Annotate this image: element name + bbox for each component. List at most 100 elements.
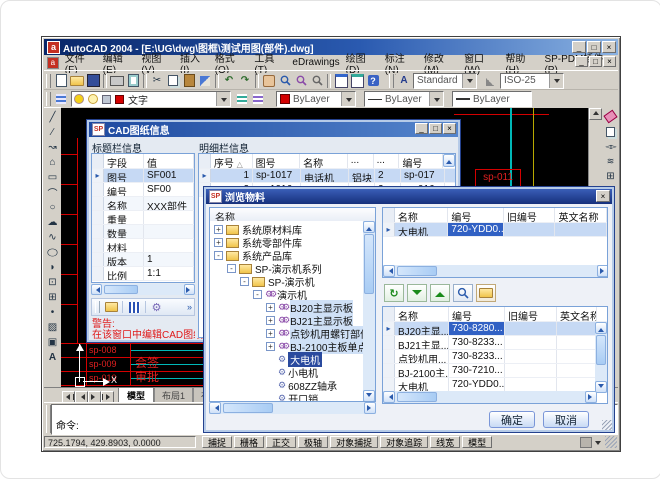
tab-model[interactable]: 模型 xyxy=(118,387,154,403)
tray-arrow-icon[interactable] xyxy=(595,441,601,448)
bom-row[interactable]: 大电机 720-YDD0... xyxy=(383,378,607,392)
layer-color-swatch[interactable] xyxy=(115,95,124,104)
move-down-button[interactable] xyxy=(407,284,427,302)
scroll-right-button[interactable] xyxy=(597,265,608,277)
scrollbar-thumb[interactable] xyxy=(364,234,374,294)
col-name[interactable]: 名称 xyxy=(395,307,449,321)
designcenter-button[interactable] xyxy=(349,73,365,88)
cut-icon[interactable]: ✂ xyxy=(149,73,165,88)
field-row[interactable]: 材料 xyxy=(92,239,194,253)
ellipse-arc-button[interactable]: ◗ xyxy=(45,260,61,275)
text-style-combo[interactable]: Standard xyxy=(413,73,477,89)
lock-icon[interactable] xyxy=(102,95,111,104)
dropdown-arrow-icon[interactable] xyxy=(462,74,476,88)
toggle-ortho[interactable]: 正交 xyxy=(266,436,296,448)
scrollbar-thumb[interactable] xyxy=(397,266,437,276)
toggle-model[interactable]: 模型 xyxy=(462,436,492,448)
plot-preview-button[interactable] xyxy=(125,73,141,88)
field-row[interactable]: 重量 xyxy=(92,211,194,225)
tray-icon[interactable] xyxy=(580,437,592,448)
grid-hscrollbar[interactable] xyxy=(383,265,608,277)
dropdown-arrow-icon[interactable] xyxy=(341,92,355,106)
tree-item[interactable]: +系统零部件库 xyxy=(210,236,375,249)
new-button[interactable] xyxy=(53,73,69,88)
document-icon[interactable]: a xyxy=(47,57,59,69)
dim-style-combo[interactable]: ISO-25 xyxy=(500,73,564,89)
toolbar-overflow-icon[interactable]: » xyxy=(187,302,194,312)
tree-item[interactable]: ⚙开口销 xyxy=(210,392,375,402)
col-old-code[interactable]: 旧编号 xyxy=(505,307,557,321)
undo-button[interactable]: ↶ xyxy=(221,73,237,88)
toggle-grid[interactable]: 栅格 xyxy=(234,436,264,448)
scroll-right-button[interactable] xyxy=(585,391,597,403)
hatch-button[interactable]: ▨ xyxy=(45,320,61,335)
scrollbar-thumb[interactable] xyxy=(104,285,138,294)
redo-button[interactable]: ↷ xyxy=(237,73,253,88)
scroll-up-button[interactable] xyxy=(589,108,602,120)
col-en-name[interactable]: 英文名称 xyxy=(555,208,607,222)
barcode-button[interactable] xyxy=(126,300,142,315)
tree-hscrollbar[interactable] xyxy=(209,402,376,414)
col-en-name[interactable]: 英文名称 xyxy=(557,307,597,321)
col-more1[interactable]: ... xyxy=(348,154,374,168)
col-more2[interactable]: ... xyxy=(374,154,400,168)
mdi-restore-button[interactable]: □ xyxy=(589,56,602,67)
toggle-polar[interactable]: 极轴 xyxy=(298,436,328,448)
cancel-button[interactable]: 取消 xyxy=(543,411,589,428)
scrollbar-thumb[interactable] xyxy=(397,392,437,402)
dialog-minimize-button[interactable]: _ xyxy=(415,123,428,134)
dialog-maximize-button[interactable]: □ xyxy=(429,123,442,134)
scroll-right-button[interactable] xyxy=(364,402,376,414)
field-grid-hscrollbar[interactable] xyxy=(91,284,195,295)
color-combo[interactable]: ByLayer xyxy=(276,91,356,107)
col-drawing-no[interactable]: 图号 xyxy=(253,154,301,168)
field-row[interactable]: 比例 1:1 xyxy=(92,267,194,281)
copy-button[interactable] xyxy=(165,73,181,88)
material-row[interactable]: ▸ 大电机 720-YDD0... xyxy=(383,223,607,237)
menu-edrawings[interactable]: eDrawings xyxy=(289,57,342,68)
pan-button[interactable] xyxy=(261,73,277,88)
toolbar-grip[interactable] xyxy=(46,74,51,88)
dropdown-arrow-icon[interactable] xyxy=(429,92,443,106)
search-button[interactable] xyxy=(453,284,473,302)
scrollbar-thumb[interactable] xyxy=(223,403,273,413)
lineweight-combo[interactable]: ByLayer xyxy=(452,91,532,107)
field-row[interactable]: 数量 xyxy=(92,225,194,239)
col-name[interactable]: 名称 xyxy=(395,208,449,222)
scroll-up-button[interactable] xyxy=(363,221,375,233)
scroll-up-button[interactable] xyxy=(595,322,607,334)
col-code[interactable]: 编号 xyxy=(449,307,505,321)
move-up-button[interactable] xyxy=(430,284,450,302)
array-button[interactable]: ⊞ xyxy=(603,169,619,184)
toggle-snap[interactable]: 捕捉 xyxy=(202,436,232,448)
properties-button[interactable] xyxy=(333,73,349,88)
tab-layout1[interactable]: 布局1 xyxy=(154,387,193,403)
field-row[interactable]: 名称 XXX部件 xyxy=(92,197,194,211)
col-value[interactable]: 值 xyxy=(144,154,194,168)
scroll-left-button[interactable] xyxy=(383,391,395,403)
erase-button[interactable] xyxy=(603,109,619,124)
bom-row[interactable]: 点钞机用... 730-8233... xyxy=(383,350,607,364)
refresh-button[interactable]: ↻ xyxy=(384,284,404,302)
toggle-lwt[interactable]: 线宽 xyxy=(430,436,460,448)
open-button[interactable] xyxy=(69,73,85,88)
polygon-button[interactable]: ⌂ xyxy=(45,155,61,170)
tree-header[interactable]: 名称 xyxy=(209,207,376,222)
copy-object-button[interactable] xyxy=(603,124,619,139)
sun-icon[interactable] xyxy=(88,94,98,104)
zoom-window-button[interactable] xyxy=(293,73,309,88)
detail-row[interactable]: ▸ 1 sp-1017 电话机 铝块 2 sp-017 xyxy=(199,169,455,183)
toggle-osnap[interactable]: 对象捕捉 xyxy=(330,436,378,448)
scroll-down-button[interactable] xyxy=(363,390,375,402)
bom-row[interactable]: BJ-2100主... 730-7210... xyxy=(383,364,607,378)
bulb-icon[interactable] xyxy=(74,94,84,104)
scroll-left-button[interactable] xyxy=(383,265,395,277)
scrollbar-thumb[interactable] xyxy=(596,335,606,365)
cad-info-title-bar[interactable]: SP CAD图纸信息 _ □ × xyxy=(89,122,458,137)
dialog-close-button[interactable]: × xyxy=(443,123,456,134)
arc-button[interactable]: ⌒ xyxy=(45,185,61,200)
save-button[interactable] xyxy=(85,73,101,88)
bom-row[interactable]: BJ21主显... 730-8233... xyxy=(383,336,607,350)
col-field[interactable]: 字段 xyxy=(104,154,144,168)
toolbar-grip[interactable] xyxy=(389,74,394,88)
